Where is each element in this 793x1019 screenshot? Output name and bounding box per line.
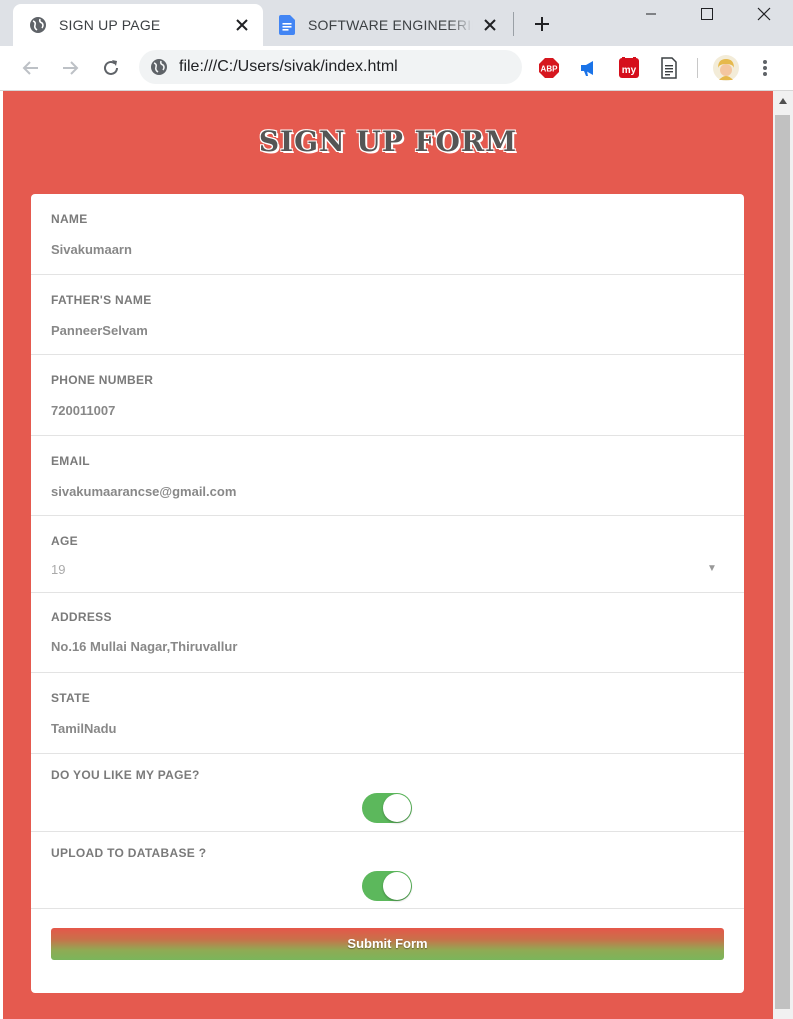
my-label: my	[622, 65, 637, 76]
fathers-name-input[interactable]	[51, 323, 711, 338]
close-tab-icon[interactable]	[233, 16, 251, 34]
tab-software-engineering[interactable]: SOFTWARE ENGINEERING	[266, 4, 511, 46]
scroll-up-arrow-icon[interactable]	[773, 91, 793, 111]
email-input[interactable]	[51, 484, 711, 499]
forward-button[interactable]	[56, 54, 84, 82]
name-input[interactable]	[51, 242, 711, 257]
field-label: STATE	[51, 691, 91, 705]
new-tab-button[interactable]	[530, 12, 554, 36]
scrollbar-thumb[interactable]	[775, 115, 790, 1009]
my-extension-icon[interactable]: my	[617, 56, 641, 80]
megaphone-icon[interactable]	[576, 56, 600, 80]
reload-icon	[104, 60, 118, 75]
field-label: AGE	[51, 534, 78, 548]
browser-toolbar: file:///C:/Users/sivak/index.html ABP my	[0, 46, 793, 91]
tab-strip: SIGN UP PAGE SOFTWARE ENGINEERING	[0, 0, 793, 46]
close-window-button[interactable]	[740, 0, 788, 28]
field-label: FATHER'S NAME	[51, 293, 152, 307]
forward-arrow-icon	[63, 61, 79, 75]
field-label: DO YOU LIKE MY PAGE?	[51, 768, 200, 782]
submit-form-button[interactable]: Submit Form	[51, 928, 724, 960]
browser-window: SIGN UP PAGE SOFTWARE ENGINEERING	[0, 0, 793, 1019]
field-age[interactable]: AGE 19 ▼	[31, 516, 744, 593]
page-viewport: SIGN UP FORM NAME FATHER'S NAME PHONE NU…	[3, 91, 773, 1019]
toolbar-separator	[697, 58, 698, 78]
field-address: ADDRESS	[31, 593, 744, 673]
more-vert-icon	[763, 60, 767, 76]
field-like-page: DO YOU LIKE MY PAGE?	[31, 754, 744, 832]
page-scrollbar[interactable]	[773, 91, 793, 1019]
minimize-icon	[646, 13, 656, 15]
field-phone-number: PHONE NUMBER	[31, 355, 744, 436]
tab-title: SOFTWARE ENGINEERING	[308, 17, 473, 33]
page-title: SIGN UP FORM	[258, 125, 518, 158]
avatar[interactable]	[712, 54, 740, 82]
back-arrow-icon	[22, 61, 38, 75]
field-email: EMAIL	[31, 436, 744, 516]
address-input[interactable]	[51, 639, 711, 654]
field-name: NAME	[31, 194, 744, 275]
field-label: ADDRESS	[51, 610, 112, 624]
tab-sign-up-page[interactable]: SIGN UP PAGE	[13, 4, 263, 46]
url-text: file:///C:/Users/sivak/index.html	[179, 58, 398, 75]
adblock-plus-icon[interactable]: ABP	[537, 56, 561, 80]
google-docs-icon	[278, 15, 296, 35]
back-button[interactable]	[17, 54, 45, 82]
reload-button[interactable]	[97, 54, 125, 82]
document-icon[interactable]	[657, 56, 681, 80]
tab-separator	[513, 12, 514, 36]
field-label: PHONE NUMBER	[51, 373, 154, 387]
dropdown-arrow-icon[interactable]: ▼	[707, 563, 717, 574]
phone-number-input[interactable]	[51, 403, 711, 418]
close-tab-icon[interactable]	[481, 16, 499, 34]
globe-icon	[150, 58, 168, 76]
globe-icon	[29, 16, 47, 34]
field-upload-database: UPLOAD TO DATABASE ?	[31, 832, 744, 909]
maximize-button[interactable]	[683, 0, 731, 28]
minimize-button[interactable]	[627, 0, 675, 28]
maximize-icon	[701, 8, 713, 20]
field-label: UPLOAD TO DATABASE ?	[51, 846, 207, 860]
age-select[interactable]: 19	[51, 562, 711, 577]
plus-icon	[535, 17, 549, 31]
signup-form: NAME FATHER'S NAME PHONE NUMBER EMAIL AG…	[31, 194, 744, 993]
chrome-menu-button[interactable]	[751, 54, 779, 82]
field-fathers-name: FATHER'S NAME	[31, 275, 744, 355]
upload-database-toggle[interactable]	[362, 871, 412, 901]
toggle-knob	[383, 872, 411, 900]
close-icon	[757, 7, 771, 21]
tab-title: SIGN UP PAGE	[59, 17, 161, 33]
state-input[interactable]	[51, 721, 711, 736]
field-label: NAME	[51, 212, 88, 226]
field-label: EMAIL	[51, 454, 90, 468]
address-bar[interactable]: file:///C:/Users/sivak/index.html	[139, 50, 522, 84]
toggle-knob	[383, 794, 411, 822]
field-state: STATE	[31, 673, 744, 754]
abp-label: ABP	[541, 65, 559, 74]
like-page-toggle[interactable]	[362, 793, 412, 823]
